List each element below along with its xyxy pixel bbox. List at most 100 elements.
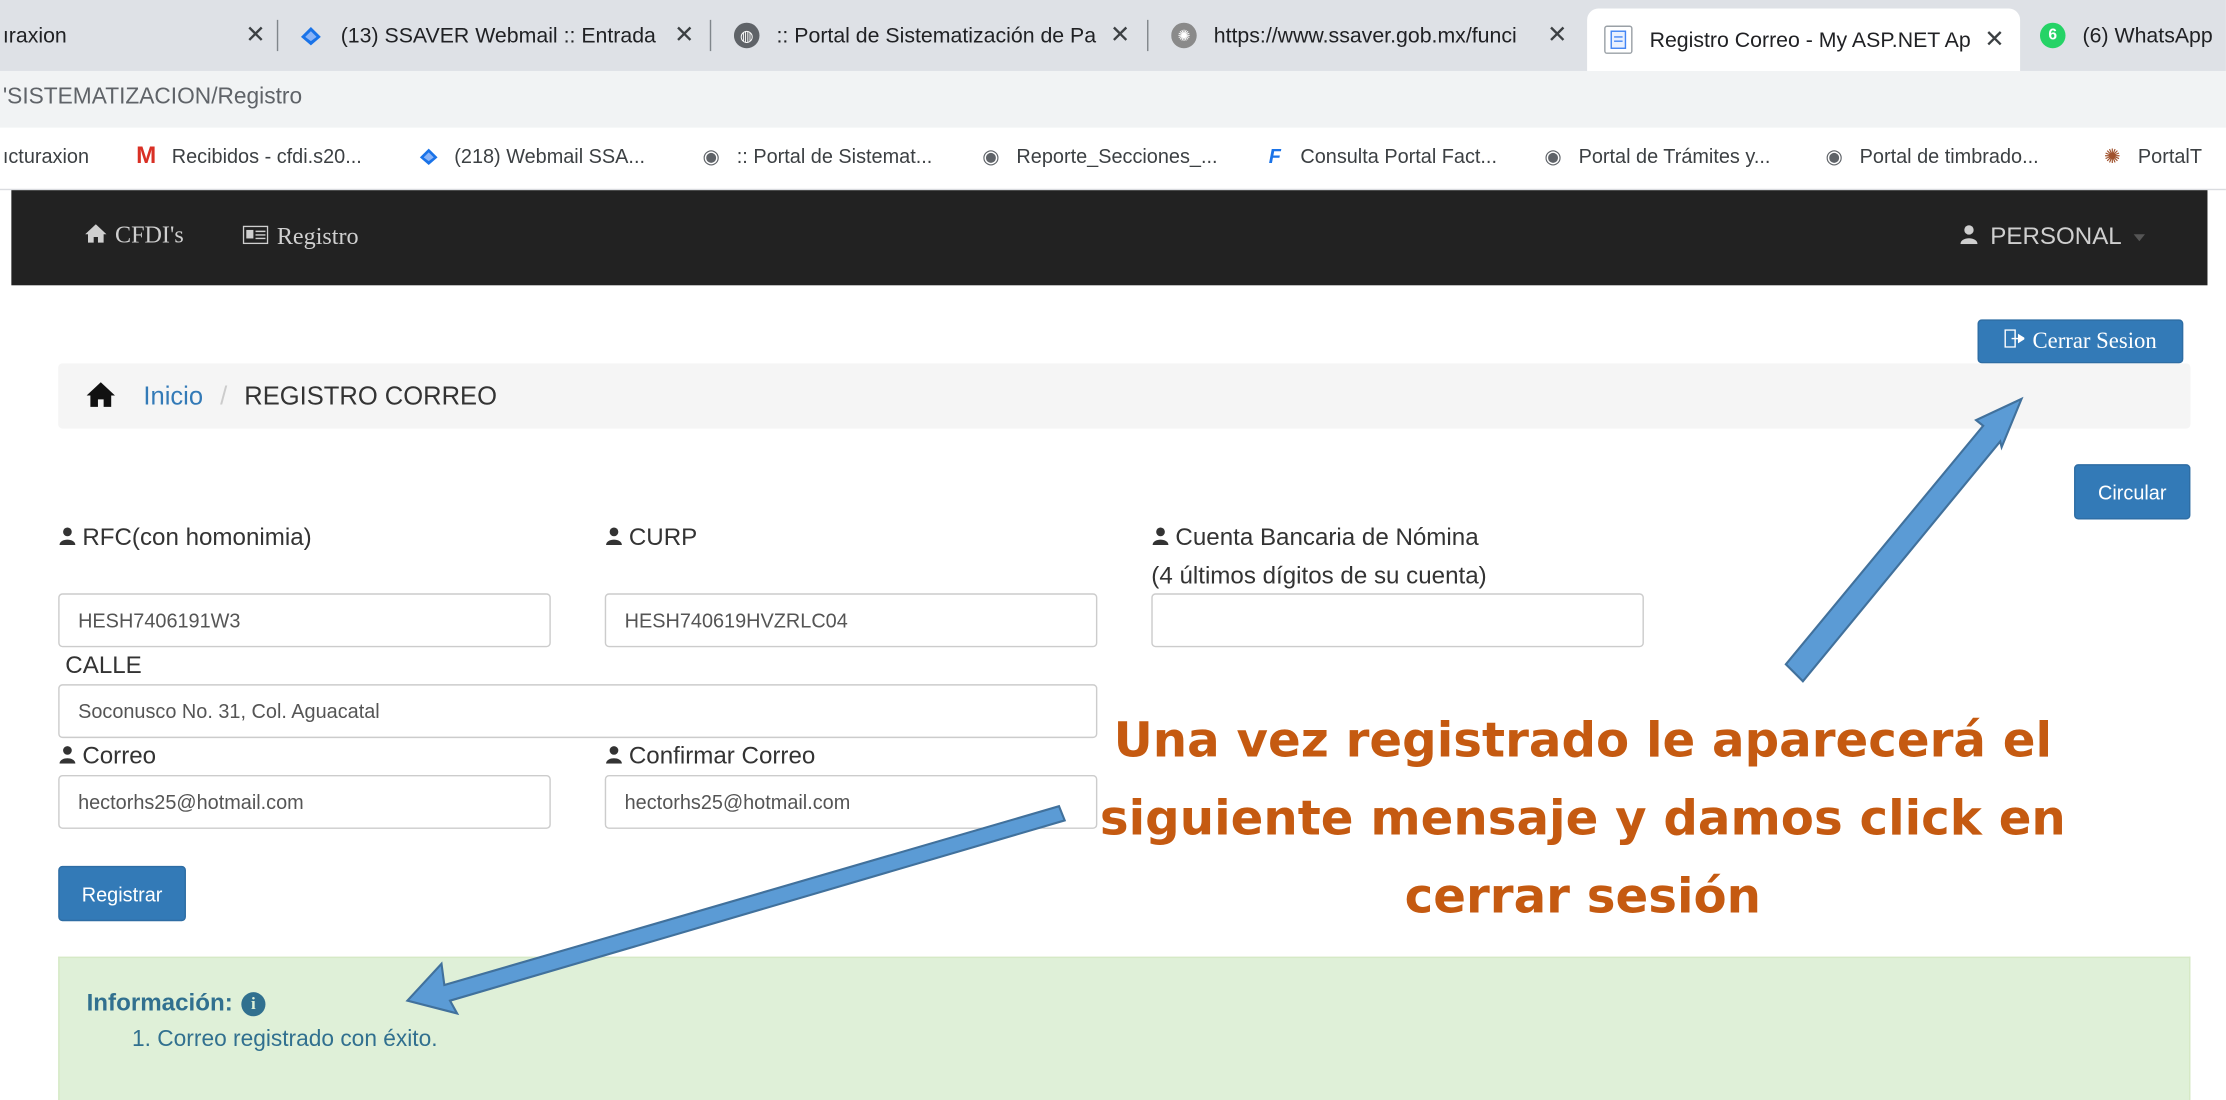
bookmark-webmail[interactable]: (218) Webmail SSA...: [417, 144, 646, 168]
bookmark-portal-t[interactable]: ✺ PortalT: [2101, 144, 2202, 168]
nav-item-label: Registro: [276, 222, 359, 250]
bookmark-facturaxion[interactable]: ıcturaxion: [3, 145, 89, 168]
close-icon[interactable]: ✕: [1106, 21, 1134, 49]
annotation-line: cerrar sesión: [1404, 868, 1762, 926]
bookmark-label: Portal de timbrado...: [1859, 144, 2039, 168]
globe-icon: ◉: [702, 144, 720, 167]
seal-icon: ✺: [1171, 22, 1197, 49]
sign-out-icon: [2004, 328, 2026, 355]
tab-webmail[interactable]: (13) SSAVER Webmail :: Entrada ✕: [298, 11, 698, 59]
tab-label: (6) WhatsApp: [2082, 23, 2213, 48]
tab-separator: [276, 19, 279, 52]
circular-button[interactable]: Circular: [2074, 464, 2191, 520]
tutorial-annotation: Una vez registrado le aparecerá el sigui…: [1079, 703, 2087, 937]
bookmark-label: (218) Webmail SSA...: [454, 144, 646, 168]
confirmar-correo-label: Confirmar Correo: [605, 742, 816, 770]
globe-icon: ◉: [982, 144, 1000, 167]
user-icon: [1151, 526, 1169, 550]
user-menu-label: PERSONAL: [1990, 222, 2122, 250]
info-message: 1. Correo registrado con éxito.: [132, 1027, 438, 1052]
curp-label: CURP: [605, 523, 698, 552]
bookmark-label: :: Portal de Sistemat...: [736, 144, 933, 168]
tab-registro-correo[interactable]: Registro Correo - My ASP.NET Ap ✕: [1587, 8, 2021, 71]
document-icon: [1604, 25, 1633, 54]
annotation-line: siguiente mensaje y damos click en: [1099, 790, 2066, 848]
tab-separator: [1147, 19, 1149, 52]
annotation-line: Una vez registrado le aparecerá el: [1113, 712, 2053, 770]
confirmar-correo-input[interactable]: hectorhs25@hotmail.com: [604, 774, 1098, 829]
user-icon: [605, 526, 623, 550]
bookmark-portal-tramites[interactable]: ◉ Portal de Trámites y...: [1542, 144, 1771, 168]
bookmark-label: Reporte_Secciones_...: [1016, 144, 1218, 168]
logout-label: Cerrar Sesion: [2032, 328, 2157, 353]
calle-label: CALLE: [65, 651, 142, 679]
logout-button[interactable]: Cerrar Sesion: [1977, 319, 2184, 364]
id-card-icon: [242, 224, 269, 250]
globe-icon: ◉: [1825, 144, 1843, 167]
user-icon: [58, 526, 76, 550]
curp-input[interactable]: HESH740619HVZRLC04: [604, 593, 1098, 648]
correo-label: Correo: [58, 742, 156, 770]
curp-label-text: CURP: [628, 523, 698, 551]
bookmark-reporte-secciones[interactable]: ◉ Reporte_Secciones_...: [980, 144, 1218, 168]
info-icon: i: [241, 991, 266, 1016]
bookmark-label: PortalT: [2137, 144, 2202, 168]
close-icon[interactable]: ✕: [1980, 26, 2008, 54]
registrar-button[interactable]: Registrar: [58, 865, 186, 922]
bookmark-recibidos[interactable]: M Recibidos - cfdi.s20...: [135, 141, 362, 169]
rfc-input[interactable]: HESH7406191W3: [58, 593, 551, 648]
info-title: Información: i: [87, 989, 266, 1017]
tab-portal-sistematizacion[interactable]: ◍ :: Portal de Sistematización de Pa ✕: [733, 11, 1134, 59]
arrow-to-logout: [1784, 396, 2024, 683]
chevron-down-icon: [2133, 233, 2145, 241]
tab-label: ıraxion: [2, 23, 67, 48]
user-icon: [1959, 223, 1979, 251]
webmail-icon: [298, 23, 324, 49]
url-text[interactable]: 'SISTEMATIZACION/Registro: [3, 85, 302, 111]
seal-icon: ✺: [2104, 144, 2121, 167]
user-menu[interactable]: PERSONAL: [1959, 222, 2145, 251]
f-icon: F: [1268, 144, 1281, 168]
bookmark-portal-sistemat[interactable]: ◉ :: Portal de Sistemat...: [700, 144, 933, 168]
globe-icon: ◉: [1544, 144, 1562, 167]
nav-item-cfdis[interactable]: CFDI's: [85, 221, 184, 249]
tab-label: (13) SSAVER Webmail :: Entrada: [340, 23, 656, 48]
tab-ssaver-funci[interactable]: ✺ https://www.ssaver.gob.mx/funci ✕: [1171, 11, 1571, 59]
tab-facturaxion[interactable]: ıraxion ✕: [0, 11, 270, 59]
confirmar-correo-label-text: Confirmar Correo: [628, 742, 816, 770]
bookmark-label: ıcturaxion: [2, 144, 90, 168]
tab-separator: [709, 19, 712, 52]
home-icon: [85, 223, 107, 249]
cuenta-sublabel: (4 últimos dígitos de su cuenta): [1151, 562, 1487, 590]
tab-whatsapp[interactable]: 6 (6) WhatsApp: [2039, 11, 2226, 59]
breadcrumb: Inicio / REGISTRO CORREO: [58, 363, 2191, 429]
user-icon: [605, 744, 623, 768]
whatsapp-icon: 6: [2039, 22, 2066, 49]
bookmark-portal-timbrado[interactable]: ◉ Portal de timbrado...: [1823, 144, 2039, 168]
info-title-text: Información:: [86, 989, 233, 1017]
breadcrumb-home-link[interactable]: Inicio: [143, 381, 203, 411]
bookmark-label: Recibidos - cfdi.s20...: [171, 144, 362, 168]
bookmark-consulta-portal[interactable]: F Consulta Portal Fact...: [1263, 145, 1497, 168]
correo-input[interactable]: hectorhs25@hotmail.com: [58, 774, 551, 829]
bookmark-label: Consulta Portal Fact...: [1300, 144, 1497, 168]
nav-item-label: CFDI's: [114, 221, 184, 249]
bookmark-label: Portal de Trámites y...: [1578, 144, 1771, 168]
address-bar[interactable]: [0, 70, 2226, 128]
correo-label-text: Correo: [82, 742, 157, 770]
user-icon: [58, 744, 76, 768]
close-icon[interactable]: ✕: [670, 21, 698, 49]
gmail-icon: M: [136, 141, 157, 169]
cuenta-input[interactable]: [1151, 593, 1644, 648]
nav-item-registro[interactable]: Registro: [242, 222, 359, 251]
webmail-icon: [417, 145, 440, 168]
close-icon[interactable]: ✕: [241, 21, 269, 49]
calle-input[interactable]: Soconusco No. 31, Col. Aguacatal: [58, 684, 1098, 739]
tab-label: :: Portal de Sistematización de Pa: [776, 23, 1097, 48]
breadcrumb-current: REGISTRO CORREO: [244, 381, 497, 410]
close-icon[interactable]: ✕: [1543, 21, 1571, 49]
rfc-label: RFC(con homonimia): [58, 524, 312, 552]
home-icon[interactable]: [86, 382, 115, 410]
cuenta-label-text: Cuenta Bancaria de Nómina: [1175, 523, 1479, 551]
tab-label: Registro Correo - My ASP.NET Ap: [1649, 27, 1971, 52]
